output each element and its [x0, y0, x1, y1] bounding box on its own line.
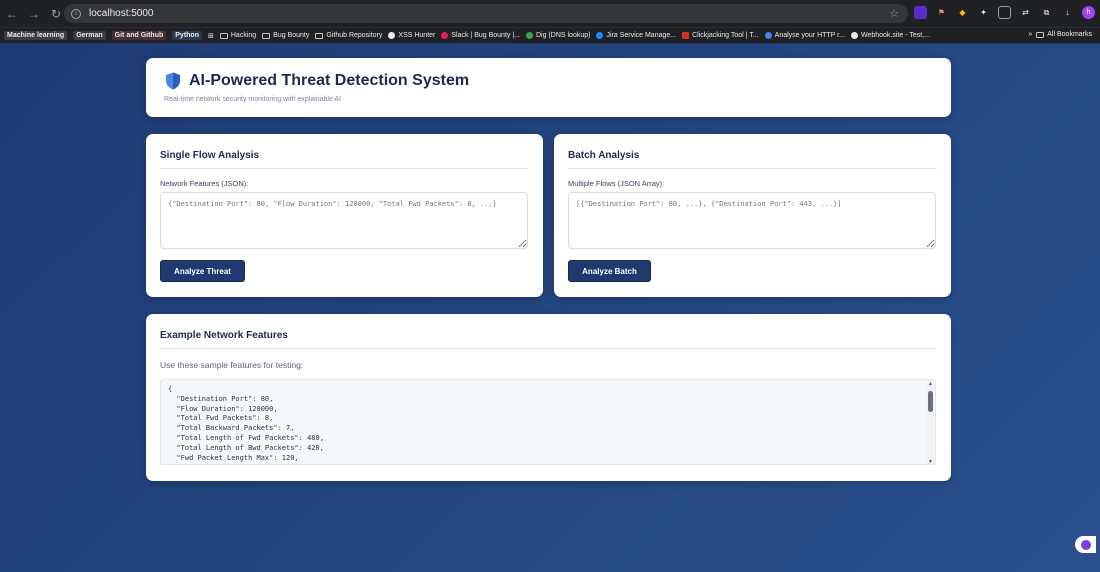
bookmark-item[interactable]: Analyse your HTTP r... — [764, 32, 845, 39]
folder-icon — [1036, 31, 1045, 38]
extension-icon[interactable]: ⚑ — [935, 6, 948, 19]
scroll-thumb[interactable] — [928, 391, 933, 412]
extension-icon[interactable] — [914, 6, 927, 19]
page-background: AI-Powered Threat Detection System Real-… — [0, 44, 1100, 572]
multiple-flows-label: Multiple Flows (JSON Array): — [568, 179, 665, 188]
bookmark-item[interactable]: Clickjacking Tool | T... — [682, 32, 759, 39]
example-description: Use these sample features for testing: — [160, 360, 304, 370]
dig-icon — [526, 32, 533, 39]
extensions-area: ⚑ ◆ ✦ ⇄ ⧉ ↓ h ⋮ — [914, 6, 1100, 19]
http-icon — [764, 32, 772, 39]
bookmark-folder[interactable]: Bug Bounty — [262, 32, 309, 39]
code-scrollbar[interactable]: ▲ ▼ — [927, 381, 934, 464]
code-line: "Total Backward Packets": 7, — [168, 424, 295, 433]
extension-icon[interactable]: ◆ — [956, 6, 969, 19]
divider — [568, 168, 937, 169]
code-line: "Destination Port": 80, — [168, 394, 274, 403]
screenshot-icon[interactable]: ⧉ — [1040, 6, 1053, 19]
example-features-card: Example Network Features Use these sampl… — [146, 314, 951, 481]
bookmark-item[interactable]: XSS Hunter — [388, 32, 435, 39]
download-icon[interactable]: ↓ — [1061, 6, 1074, 19]
shield-icon — [166, 72, 180, 90]
clickjacking-icon — [682, 32, 690, 39]
bookmark-item[interactable]: German — [73, 31, 106, 40]
card-icon[interactable] — [998, 6, 1011, 19]
code-line: "Fwd Packet Length Max": 120, — [168, 453, 299, 462]
batch-analysis-title: Batch Analysis — [568, 150, 640, 161]
bookmark-item[interactable]: Jira Service Manage... — [596, 32, 676, 39]
code-line: "Flow Duration": 120000, — [168, 404, 278, 413]
code-line: { — [168, 385, 173, 393]
assistant-icon — [1080, 539, 1091, 550]
analyze-threat-button[interactable]: Analyze Threat — [160, 260, 245, 282]
folder-icon — [219, 32, 228, 39]
browser-toolbar: ← → ↻ i localhost:5000 ☆ ⚑ ◆ ✦ ⇄ ⧉ ↓ h ⋮ — [0, 0, 1100, 27]
batch-analysis-card: Batch Analysis Multiple Flows (JSON Arra… — [554, 134, 951, 297]
folder-icon — [315, 32, 324, 39]
puzzle-icon[interactable]: ✦ — [977, 6, 990, 19]
all-bookmarks[interactable]: All Bookmarks — [1036, 31, 1092, 38]
title-row: AI-Powered Threat Detection System — [165, 72, 469, 90]
bookmark-folder[interactable]: Github Repository — [315, 32, 382, 39]
overflow-chevron-icon[interactable]: » — [1028, 31, 1032, 38]
code-line: "Total Length of Bwd Packets": 420, — [168, 443, 324, 452]
single-flow-title: Single Flow Analysis — [160, 150, 260, 161]
bookmark-item[interactable]: Python — [172, 31, 202, 40]
bookmark-item[interactable]: Git and Github — [111, 31, 167, 40]
code-lines: { "Destination Port": 80, "Flow Duration… — [168, 385, 324, 463]
bookmark-folder[interactable]: Hacking — [219, 32, 256, 39]
site-info-icon[interactable]: i — [71, 8, 81, 19]
slack-icon — [441, 32, 449, 39]
page-title: AI-Powered Threat Detection System — [189, 72, 470, 89]
example-code-block[interactable]: { "Destination Port": 80, "Flow Duration… — [160, 379, 936, 465]
scroll-up-icon[interactable]: ▲ — [928, 381, 933, 387]
address-url: localhost:5000 — [89, 8, 154, 19]
bookmark-item[interactable]: Webhook.site - Test,... — [850, 32, 930, 39]
divider — [160, 348, 937, 349]
divider — [160, 168, 529, 169]
multiple-flows-input[interactable] — [568, 192, 936, 249]
analyze-batch-button[interactable]: Analyze Batch — [568, 260, 651, 282]
pen-icon — [388, 32, 396, 39]
bookmarks-end: » All Bookmarks — [1028, 31, 1092, 38]
bookmark-item[interactable]: Dig (DNS lookup) — [526, 32, 590, 39]
reload-icon[interactable]: ↻ — [46, 4, 66, 24]
bookmark-item[interactable]: Slack | Bug Bounty |... — [441, 32, 520, 39]
apps-grid-icon[interactable]: ⊞ — [208, 32, 214, 40]
profile-avatar[interactable]: h — [1082, 6, 1095, 19]
bookmark-item[interactable]: Machine learning — [4, 31, 68, 40]
code-line: "Total Fwd Packets": 8, — [168, 414, 274, 423]
bookmark-star-icon[interactable]: ☆ — [889, 7, 899, 20]
translate-icon[interactable]: ⇄ — [1019, 6, 1032, 19]
example-title: Example Network Features — [160, 330, 288, 341]
floating-assistant-button[interactable] — [1075, 536, 1096, 553]
code-line: "Total Length of Fwd Packets": 480, — [168, 433, 324, 442]
scroll-down-icon[interactable]: ▼ — [928, 459, 933, 464]
single-flow-card: Single Flow Analysis Network Features (J… — [146, 134, 543, 297]
folder-icon — [262, 32, 271, 39]
forward-arrow-icon[interactable]: → — [24, 4, 44, 24]
address-bar[interactable]: i localhost:5000 ☆ — [64, 4, 908, 23]
bookmarks-bar: Machine learning German Git and Github P… — [0, 27, 1100, 43]
network-features-input[interactable] — [160, 192, 528, 249]
network-features-label: Network Features (JSON): — [160, 179, 249, 188]
page-subtitle: Real-time network security monitoring wi… — [164, 96, 342, 103]
back-arrow-icon[interactable]: ← — [2, 4, 22, 24]
webhook-icon — [850, 32, 858, 39]
header-card: AI-Powered Threat Detection System Real-… — [146, 58, 951, 117]
jira-icon — [596, 32, 604, 39]
